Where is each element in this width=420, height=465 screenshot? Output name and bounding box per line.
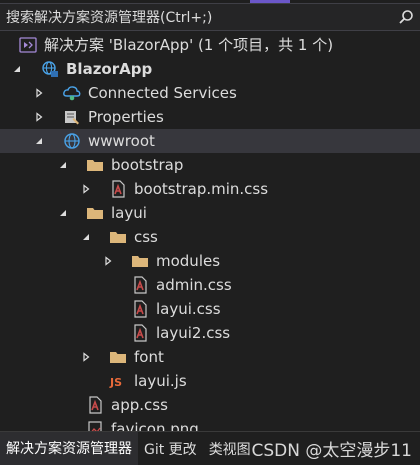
js-file-icon: JS [108,369,128,393]
tree-row-app-css[interactable]: app.css [0,393,420,417]
collapsed-arrow-icon[interactable] [32,81,46,105]
tree-row-wwwroot[interactable]: wwwroot [0,129,420,153]
folder-icon [85,201,105,225]
properties-label: Properties [88,108,164,126]
font-label: font [134,348,164,366]
solution-label: 解决方案 'BlazorApp' (1 个项目，共 1 个) [44,36,334,54]
expanded-arrow-icon[interactable] [56,153,70,177]
search-input[interactable]: 搜索解决方案资源管理器(Ctrl+;) [6,7,388,27]
tree-row-bootstrap[interactable]: bootstrap [0,153,420,177]
collapsed-arrow-icon[interactable] [79,345,93,369]
layui-css-label: layui.css [156,300,221,318]
tab-class-view[interactable]: 类视图 [203,432,257,465]
collapsed-arrow-icon[interactable] [79,177,93,201]
tab-git-changes[interactable]: Git 更改 [138,432,203,465]
cloud-services-icon [62,81,82,105]
folder-icon [85,153,105,177]
tree-row-bootstrap-min-css[interactable]: bootstrap.min.css [0,177,420,201]
tree-row-layui[interactable]: layui [0,201,420,225]
css-file-icon [108,177,128,201]
css-file-icon [130,321,150,345]
tree-row-font[interactable]: font [0,345,420,369]
css-label: css [134,228,158,246]
tree-row-layui-js[interactable]: JS layui.js [0,369,420,393]
bootstrap-label: bootstrap [111,156,184,174]
expanded-arrow-icon[interactable] [32,129,46,153]
solution-icon [18,33,38,57]
admin-css-label: admin.css [156,276,232,294]
app-css-label: app.css [111,396,168,414]
folder-icon [130,249,150,273]
css-file-icon [130,297,150,321]
tree-row-project[interactable]: BlazorApp [0,57,420,81]
tree-row-layui-css[interactable]: layui.css [0,297,420,321]
layui-js-label: layui.js [134,372,187,390]
modules-label: modules [156,252,221,270]
folder-icon [108,225,128,249]
tree-row-css[interactable]: css [0,225,420,249]
layui-label: layui [111,204,147,222]
expanded-arrow-icon[interactable] [79,225,93,249]
wwwroot-label: wwwroot [88,132,155,150]
layui2-css-label: layui2.css [156,324,231,342]
expanded-arrow-icon[interactable] [10,57,24,81]
css-file-icon [130,273,150,297]
project-label: BlazorApp [66,60,153,78]
css-file-icon [85,393,105,417]
connected-services-label: Connected Services [88,84,237,102]
tree-row-admin-css[interactable]: admin.css [0,273,420,297]
watermark: CSDN @太空漫步11 [251,440,412,461]
properties-icon [62,105,82,129]
web-project-icon [40,57,60,81]
tree-row-solution[interactable]: 解决方案 'BlazorApp' (1 个项目，共 1 个) [0,33,420,57]
tab-solution-explorer[interactable]: 解决方案资源管理器 [0,432,138,465]
search-icon[interactable] [392,6,420,28]
tree-row-modules[interactable]: modules [0,249,420,273]
tree-row-connected-services[interactable]: Connected Services [0,81,420,105]
collapsed-arrow-icon[interactable] [101,249,115,273]
folder-icon [108,345,128,369]
tree-row-layui2-css[interactable]: layui2.css [0,321,420,345]
collapsed-arrow-icon[interactable] [32,105,46,129]
tree-row-properties[interactable]: Properties [0,105,420,129]
globe-icon [62,129,82,153]
svg-text:JS: JS [109,376,122,389]
bootstrap-min-css-label: bootstrap.min.css [134,180,269,198]
search-box[interactable]: 搜索解决方案资源管理器(Ctrl+;) [0,3,420,31]
expanded-arrow-icon[interactable] [56,201,70,225]
